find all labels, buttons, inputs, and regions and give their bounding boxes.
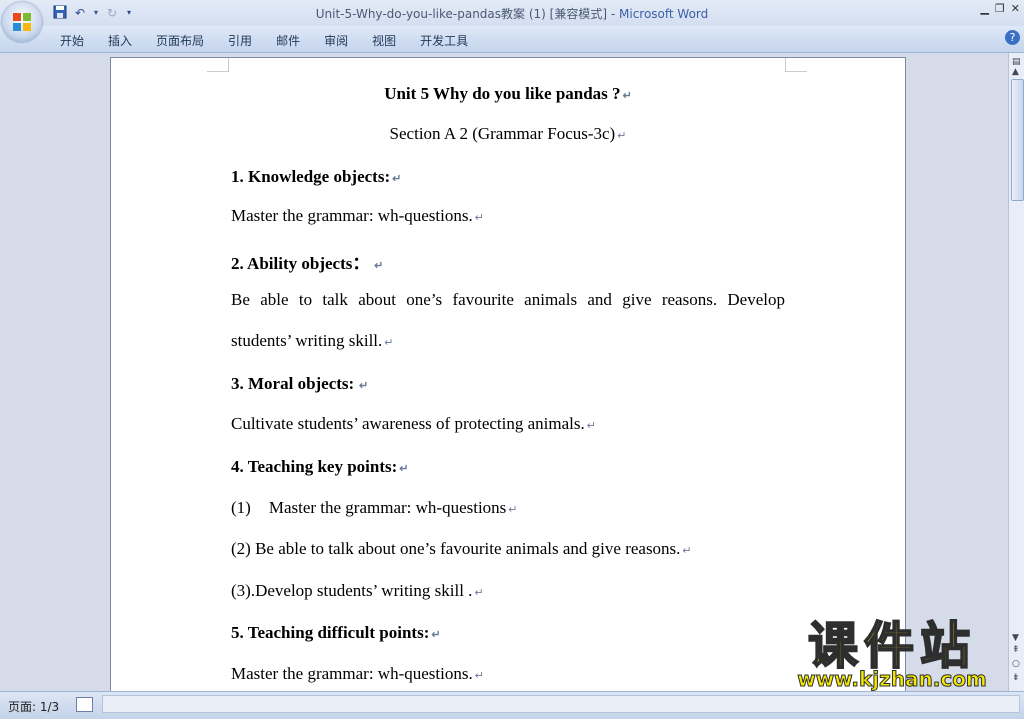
office-logo-icon — [13, 13, 31, 31]
title-bar: ↶ ▾ ↻ ▾ Unit-5-Why-do-you-like-pandas教案 … — [0, 0, 1024, 26]
horizontal-scrollbar[interactable] — [102, 695, 1020, 713]
heading-knowledge-objects: 1. Knowledge objects: ↵ — [231, 167, 402, 186]
document-check-icon[interactable] — [76, 697, 93, 712]
scroll-thumb[interactable] — [1011, 79, 1024, 201]
ruler-toggle-icon[interactable]: ▤ — [1012, 57, 1021, 67]
browse-object-icon[interactable]: ○ — [1012, 659, 1020, 669]
next-page-icon[interactable]: ⇟ — [1012, 673, 1020, 683]
app-name: Microsoft Word — [619, 7, 709, 21]
list-item-key-1: (1) Master the grammar: wh-questions ↵ — [231, 498, 518, 517]
paragraph-ability-line2: students’ writing skill. ↵ — [231, 331, 394, 350]
help-icon[interactable]: ? — [1005, 30, 1020, 45]
watermark-url: www.kjzhan.com — [797, 667, 988, 691]
margin-corner-left-icon — [207, 58, 229, 72]
margin-corner-right-icon — [785, 58, 807, 72]
status-bar: 页面: 1/3 — [0, 691, 1024, 719]
window-controls: ▁ ❐ ✕ — [980, 2, 1020, 15]
heading-difficult-points: 5. Teaching difficult points: ↵ — [231, 623, 441, 642]
doc-subtitle: Section A 2 (Grammar Focus-3c) ↵ — [389, 124, 627, 143]
doc-title: Unit 5 Why do you like pandas ? ↵ — [384, 84, 632, 103]
tab-mailings[interactable]: 邮件 — [264, 30, 312, 51]
minimize-icon[interactable]: ▁ — [980, 2, 988, 15]
heading-ability-objects: 2. Ability objects： ↵ — [231, 254, 384, 273]
tab-developer[interactable]: 开发工具 — [408, 30, 480, 51]
window-title: Unit-5-Why-do-you-like-pandas教案 (1) [兼容模… — [0, 5, 1024, 22]
heading-moral-objects: 3. Moral objects: ↵ — [231, 374, 369, 393]
heading-key-points: 4. Teaching key points: ↵ — [231, 457, 409, 476]
previous-page-icon[interactable]: ⇞ — [1012, 645, 1020, 655]
ribbon-tabs: 开始 插入 页面布局 引用 邮件 审阅 视图 开发工具 — [48, 30, 480, 51]
title-separator: - — [607, 7, 619, 21]
vertical-scrollbar[interactable]: ▤ ▲ ▼ ⇞ ○ ⇟ — [1008, 53, 1024, 691]
paragraph-moral: Cultivate students’ awareness of protect… — [231, 414, 596, 433]
site-watermark-logo: 课件站 www.kjzhan.com — [776, 617, 1008, 692]
document-name: Unit-5-Why-do-you-like-pandas教案 (1) [兼容模… — [315, 7, 608, 21]
list-item-key-2: (2) Be able to talk about one’s favourit… — [231, 539, 692, 558]
paragraph-ability-line1: Be able to talk about one’s favourite an… — [231, 290, 785, 309]
scroll-up-icon[interactable]: ▲ — [1012, 67, 1019, 77]
paragraph-difficult: Master the grammar: wh-questions. ↵ — [231, 664, 484, 683]
close-icon[interactable]: ✕ — [1011, 2, 1020, 15]
restore-icon[interactable]: ❐ — [995, 2, 1005, 15]
tab-review[interactable]: 审阅 — [312, 30, 360, 51]
page-count[interactable]: 页面: 1/3 — [8, 698, 59, 715]
tab-insert[interactable]: 插入 — [96, 30, 144, 51]
tab-view[interactable]: 视图 — [360, 30, 408, 51]
tab-home[interactable]: 开始 — [48, 30, 96, 51]
tab-page-layout[interactable]: 页面布局 — [144, 30, 216, 51]
list-item-key-3: (3).Develop students’ writing skill . ↵ — [231, 581, 484, 600]
watermark-chinese: 课件站 — [807, 617, 976, 675]
document-workspace: Unit 5 Why do you like pandas ? ↵ Section… — [0, 53, 1008, 691]
document-page[interactable]: Unit 5 Why do you like pandas ? ↵ Section… — [110, 57, 906, 691]
office-button[interactable] — [2, 2, 42, 42]
paragraph-knowledge: Master the grammar: wh-questions. ↵ — [231, 206, 484, 225]
tab-references[interactable]: 引用 — [216, 30, 264, 51]
ribbon-tabs-bar: 开始 插入 页面布局 引用 邮件 审阅 视图 开发工具 ? — [0, 26, 1024, 53]
scroll-down-icon[interactable]: ▼ — [1012, 633, 1019, 643]
